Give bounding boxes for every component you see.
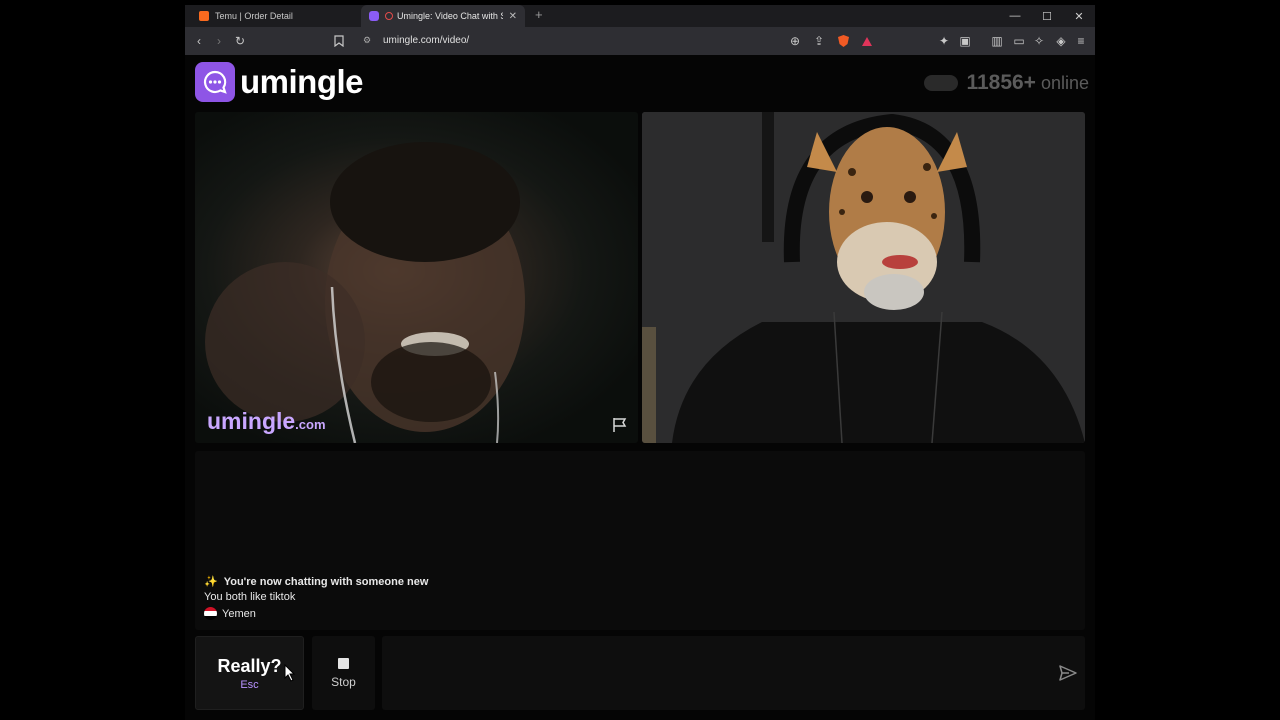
watermark-domain: .com <box>295 417 326 432</box>
new-tab-button[interactable]: + <box>535 7 543 22</box>
extensions-icon[interactable]: ✦ <box>936 33 952 49</box>
temu-favicon-icon <box>199 11 209 21</box>
close-window-icon[interactable]: ✕ <box>1063 5 1095 27</box>
sidebar-icon[interactable]: ▥ <box>989 33 1005 49</box>
stop-label: Stop <box>331 674 356 689</box>
chat-bubble-icon <box>195 62 235 102</box>
shared-interest-message: You both like tiktok <box>204 591 296 603</box>
bookmark-icon[interactable] <box>331 33 347 49</box>
online-toggle <box>924 75 959 91</box>
tab-temu[interactable]: Temu | Order Detail <box>191 5 361 27</box>
url-text: umingle.com/video/ <box>383 35 470 46</box>
country-message: Yemen <box>204 607 256 620</box>
tab-umingle[interactable]: Umingle: Video Chat with Stra ✕ <box>361 5 525 27</box>
brave-rewards-icon[interactable] <box>859 33 875 49</box>
wallet-icon[interactable]: ▭ <box>1011 33 1027 49</box>
back-icon[interactable]: ‹ <box>191 33 207 49</box>
vpn-icon[interactable]: ◈ <box>1053 33 1069 49</box>
logo[interactable]: umingle <box>195 62 364 102</box>
site-info-icon[interactable]: ⚙ <box>363 35 375 47</box>
recording-indicator-icon <box>385 12 393 20</box>
self-video <box>642 112 1085 443</box>
message-box[interactable] <box>382 636 1085 710</box>
browser-window: Temu | Order Detail Umingle: Video Chat … <box>185 5 1095 720</box>
stop-button[interactable]: Stop <box>312 636 375 710</box>
skip-confirm-label: Really? <box>217 655 282 676</box>
leo-ai-icon[interactable]: ✧ <box>1031 33 1047 49</box>
stranger-video-feed <box>205 142 525 443</box>
report-flag-icon[interactable] <box>611 417 629 433</box>
umingle-page: umingle 11856+ online umingle.com ✨ You'… <box>185 55 1095 720</box>
mouse-cursor-icon <box>284 664 295 682</box>
self-video-feed <box>642 112 1085 443</box>
minimize-icon[interactable]: — <box>999 5 1031 27</box>
watermark-name: umingle <box>207 408 296 434</box>
chat-log: ✨ You're now chatting with someone new Yo… <box>195 451 1085 630</box>
stop-icon <box>338 657 349 669</box>
share-icon[interactable]: ⇪ <box>811 33 827 49</box>
online-count: 11856+ <box>966 71 1036 94</box>
maximize-icon[interactable]: ☐ <box>1031 5 1063 27</box>
message-input[interactable] <box>390 656 1030 690</box>
sparkle-icon: ✨ <box>204 576 218 588</box>
reload-icon[interactable]: ↻ <box>232 33 248 49</box>
online-indicator: 11856+ online <box>924 71 1089 95</box>
umingle-favicon-icon <box>369 11 379 21</box>
send-icon[interactable] <box>1059 665 1077 681</box>
online-label: online <box>1040 72 1089 93</box>
yemen-flag-icon <box>204 607 217 620</box>
menu-icon[interactable]: ≡ <box>1073 33 1089 49</box>
zoom-icon[interactable]: ⊕ <box>787 33 803 49</box>
forward-icon[interactable]: › <box>211 33 227 49</box>
stranger-video: umingle.com <box>195 112 638 443</box>
umingle-watermark: umingle.com <box>207 408 326 435</box>
logo-text: umingle <box>240 63 364 100</box>
tab-label: Temu | Order Detail <box>215 11 293 21</box>
browser-toolbar: ‹ › ↻ ⚙ umingle.com/video/ ⊕ ⇪ ✦ ▣ ▥ ▭ ✧… <box>185 27 1095 55</box>
country-name: Yemen <box>222 607 256 620</box>
screenshot-icon[interactable]: ▣ <box>957 33 973 49</box>
system-message: ✨ You're now chatting with someone new <box>204 575 428 588</box>
new-chat-text: You're now chatting with someone new <box>223 576 429 588</box>
tab-label: Umingle: Video Chat with Stra <box>397 11 503 21</box>
close-tab-icon[interactable]: ✕ <box>509 11 517 22</box>
tab-strip: Temu | Order Detail Umingle: Video Chat … <box>185 5 1095 27</box>
brave-shield-icon[interactable] <box>835 33 851 49</box>
skip-shortcut-label: Esc <box>240 678 259 691</box>
